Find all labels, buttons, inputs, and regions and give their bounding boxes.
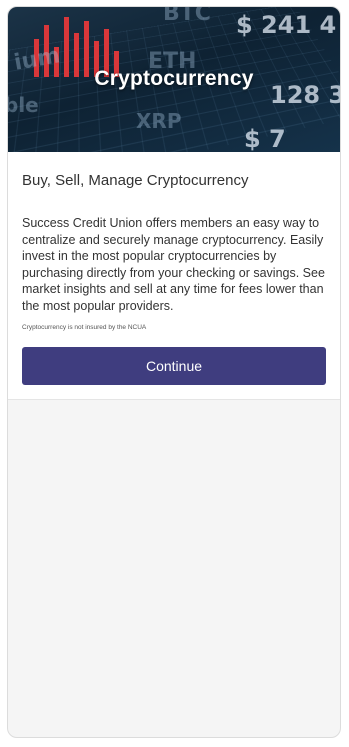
hero-banner: BTC $ 241 4 ium ETH 128 3 ble XRP $ 7 Cr…: [8, 7, 340, 152]
card-frame: BTC $ 241 4 ium ETH 128 3 ble XRP $ 7 Cr…: [7, 6, 341, 738]
ncua-disclaimer: Cryptocurrency is not insured by the NCU…: [22, 324, 147, 331]
hero-price-top: $ 241 4: [236, 11, 337, 39]
hero-ticker-btc: BTC: [163, 7, 211, 26]
hero-price-bottom: $ 7: [244, 125, 286, 152]
page-heading: Buy, Sell, Manage Cryptocurrency: [22, 172, 249, 189]
hero-fragment-left-2: ble: [8, 93, 39, 117]
hero-ticker-xrp: XRP: [136, 109, 182, 133]
continue-button[interactable]: Continue: [22, 347, 326, 385]
content-section: Buy, Sell, Manage Cryptocurrency Success…: [8, 152, 340, 400]
description-text: Success Credit Union offers members an e…: [22, 216, 325, 313]
hero-title: Cryptocurrency: [94, 67, 254, 90]
